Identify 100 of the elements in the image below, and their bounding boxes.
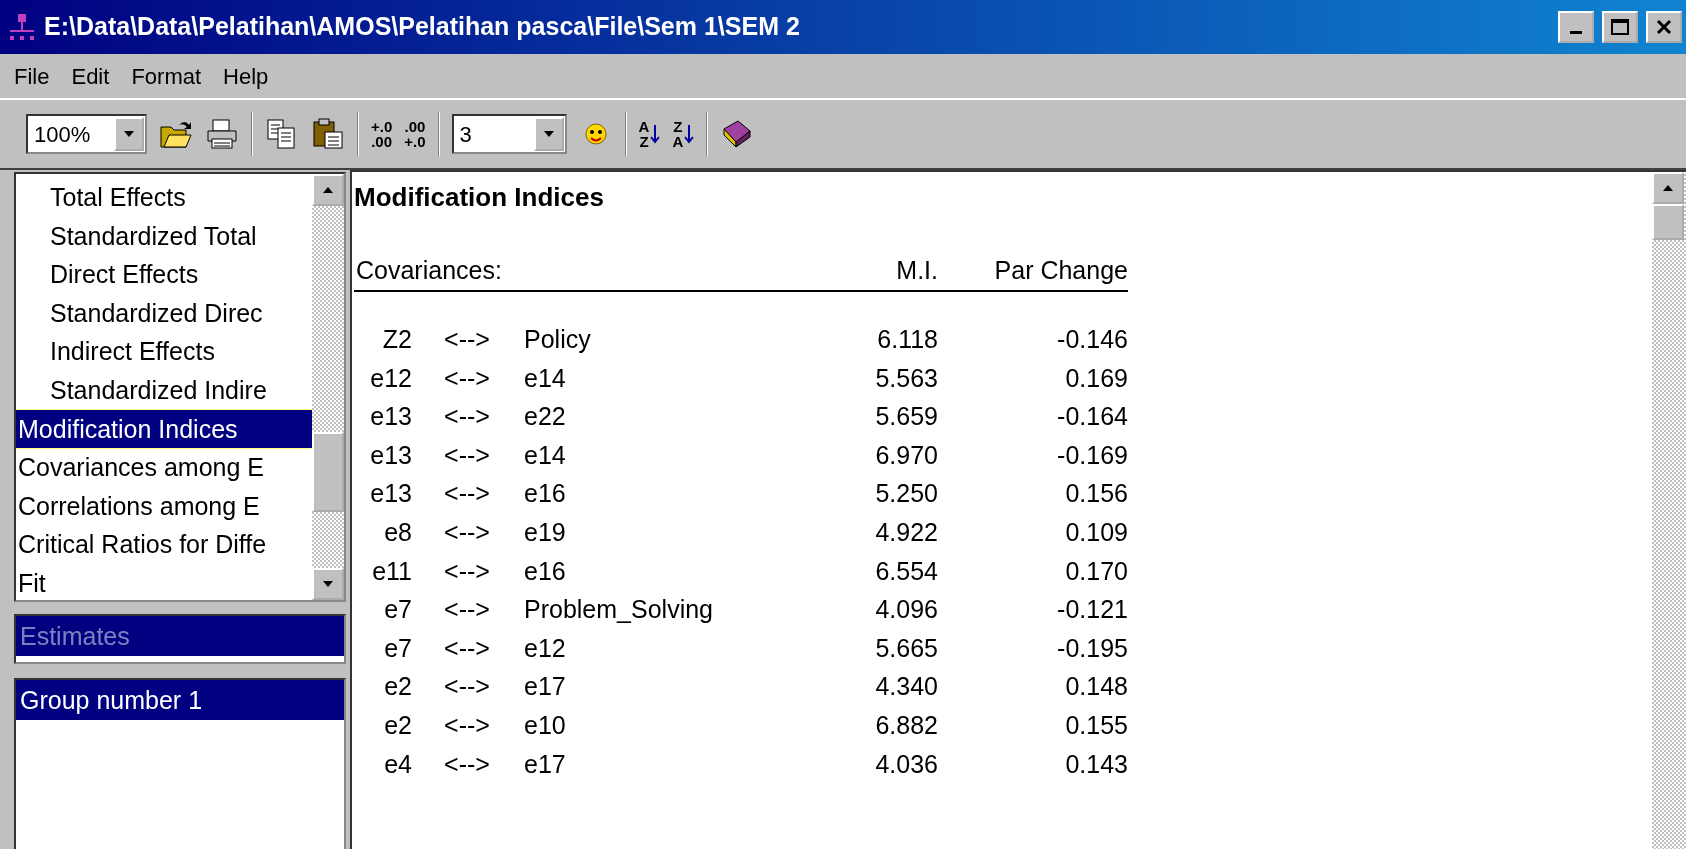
maximize-icon[interactable] <box>1611 19 1629 35</box>
table-cell-text: e8 <box>383 516 412 548</box>
table-cell-text: Z2 <box>381 324 412 355</box>
table-cell-text: e17 <box>523 671 567 703</box>
down-arrow-icon <box>684 124 695 144</box>
table-cell-text: 0.169 <box>1064 362 1128 394</box>
scroll-thumb[interactable] <box>1652 204 1684 240</box>
printer-icon[interactable] <box>205 117 239 151</box>
estimates-item[interactable]: Estimates <box>16 616 344 656</box>
table-cell-text: e11 <box>371 555 412 587</box>
table-cell-text: <--> <box>443 748 491 780</box>
table-cell-text: -0.169 <box>1056 439 1128 471</box>
tree-item[interactable]: Correlations among E <box>16 486 312 526</box>
table-cell-text: 0.155 <box>1064 709 1128 741</box>
scroll-up-button[interactable] <box>312 174 344 206</box>
table-cell-text: 5.665 <box>874 632 938 664</box>
decimal-button[interactable]: .00 +.0 <box>404 119 426 149</box>
table-cell-text: 4.340 <box>874 671 938 703</box>
column-header: M.I. <box>822 248 938 292</box>
table-cell-text: 6.970 <box>874 439 938 471</box>
table-cell-text: e13 <box>369 439 412 471</box>
table-cell-text: <--> <box>443 401 491 433</box>
table-cell-text: e14 <box>523 439 567 471</box>
table-cell-text: -0.146 <box>1056 324 1128 355</box>
table-cell-text: 6.554 <box>874 555 938 587</box>
tree-item[interactable]: Total Effects <box>16 178 312 217</box>
table-cell-text: -0.195 <box>1056 632 1128 664</box>
close-icon[interactable] <box>1656 19 1672 35</box>
table-cell-text: Policy <box>523 324 592 355</box>
table-cell-text: e2 <box>383 671 412 703</box>
minimize-button[interactable] <box>1558 11 1594 43</box>
table-cell-text: <--> <box>443 324 491 355</box>
table-cell-text: e16 <box>523 478 567 510</box>
app-icon <box>8 12 36 42</box>
table-cell-text: <--> <box>443 632 491 664</box>
tree-item[interactable]: Fit <box>16 563 312 600</box>
table-cell-text: e14 <box>523 362 567 394</box>
table-cell-text: <--> <box>443 439 491 471</box>
group-item[interactable]: Group number 1 <box>16 680 344 720</box>
table-cell-text: 0.170 <box>1064 555 1128 587</box>
scroll-thumb[interactable] <box>312 432 344 512</box>
table-cell-text: e22 <box>523 401 567 433</box>
table-cell-text: e12 <box>523 632 567 664</box>
tree-item[interactable]: Standardized Indire <box>16 370 312 410</box>
tree-item[interactable]: Covariances among E <box>16 448 312 487</box>
table-cell-text: 6.882 <box>874 709 938 741</box>
table-cell-text: Problem_Solving <box>523 594 714 626</box>
table-cell-text: 6.118 <box>876 324 938 355</box>
decimal-button[interactable]: +.0 .00 <box>371 119 393 149</box>
table-cell-text: 4.922 <box>874 516 938 548</box>
table-cell-text: <--> <box>443 709 491 741</box>
table-cell-text: 4.036 <box>874 748 938 780</box>
table-cell-text: e12 <box>369 362 412 394</box>
tree-item[interactable]: Standardized Total <box>16 216 312 256</box>
table-cell-text: 0.143 <box>1064 748 1128 780</box>
sort-button[interactable]: Z A <box>672 119 695 149</box>
zoom-dropdown[interactable]: 100% <box>26 114 147 154</box>
table-cell-text: <--> <box>443 555 491 587</box>
table-cell-text: 5.563 <box>874 362 938 394</box>
menu-item[interactable]: File <box>6 59 58 93</box>
menu-item[interactable]: Edit <box>63 59 118 93</box>
table-cell-text: 0.156 <box>1064 478 1128 510</box>
table-cell-text: <--> <box>443 671 491 703</box>
table-cell-text: e4 <box>383 748 412 780</box>
table-cell-text: e19 <box>523 516 567 548</box>
table-cell-text: e13 <box>369 478 412 510</box>
column-header: Par Change <box>938 248 1128 292</box>
tree-item[interactable]: Direct Effects <box>16 255 312 294</box>
maximize-button[interactable] <box>1602 11 1638 43</box>
menu-item[interactable]: Format <box>123 59 210 93</box>
scroll-up-button[interactable] <box>1652 172 1684 204</box>
tree-item[interactable]: Indirect Effects <box>16 332 312 371</box>
menu-item[interactable]: Help <box>215 59 277 93</box>
table-cell-text: <--> <box>443 594 491 626</box>
table-cell-text: e13 <box>369 401 412 433</box>
tree-item[interactable]: Modification Indices <box>16 409 312 449</box>
table-cell-text: <--> <box>443 478 491 510</box>
table-cell-text: e2 <box>383 709 412 741</box>
table-cell-text: e16 <box>523 555 567 587</box>
output-heading: Modification Indices <box>354 181 605 214</box>
table-cell-text: 0.148 <box>1064 671 1128 703</box>
column-header: Covariances: <box>354 248 822 292</box>
table-cell-text: e10 <box>523 709 567 741</box>
down-arrow-icon <box>650 124 661 144</box>
scroll-down-button[interactable] <box>312 568 344 600</box>
close-button[interactable] <box>1646 11 1682 43</box>
paste-icon[interactable] <box>311 117 345 151</box>
table-cell-text: 5.659 <box>874 401 938 433</box>
table-cell-text: -0.164 <box>1056 401 1128 433</box>
table-cell-text: 0.109 <box>1064 516 1128 548</box>
tree-item[interactable]: Standardized Direc <box>16 293 312 333</box>
table-cell-text: e7 <box>383 594 412 626</box>
window-title: E:\Data\Data\Pelatihan\AMOS\Pelatihan pasca\File\Sem 1\SEM 2 <box>44 11 801 43</box>
table-cell-text: -0.121 <box>1056 594 1128 626</box>
table-cell-text: 5.250 <box>874 478 938 510</box>
table-cell-text: <--> <box>443 516 491 548</box>
sort-button[interactable]: A Z <box>638 119 661 149</box>
tree-item[interactable]: Critical Ratios for Diffe <box>16 525 312 564</box>
decimals-dropdown[interactable]: 3 <box>451 114 567 154</box>
table-cell-text: e7 <box>383 632 412 664</box>
